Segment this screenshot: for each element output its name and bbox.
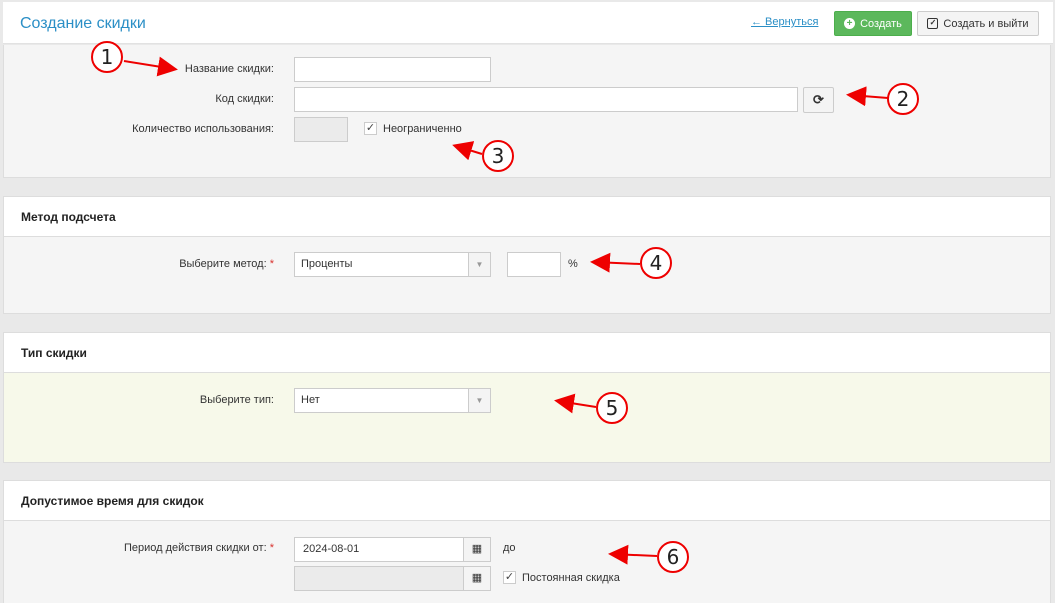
annotation-arrow-3 (452, 141, 483, 161)
annotation-arrow-6 (608, 544, 658, 565)
annotation-6: 6 (657, 541, 689, 573)
annotation-arrow-2 (846, 86, 889, 107)
annotation-5: 5 (596, 392, 628, 424)
annotation-arrow-1 (123, 56, 178, 77)
annotation-4: 4 (640, 247, 672, 279)
annotation-arrow-4 (590, 252, 641, 273)
annotation-3: 3 (482, 140, 514, 172)
annotation-1: 1 (91, 41, 123, 73)
annotation-arrow-5 (554, 393, 597, 414)
annotation-2: 2 (887, 83, 919, 115)
